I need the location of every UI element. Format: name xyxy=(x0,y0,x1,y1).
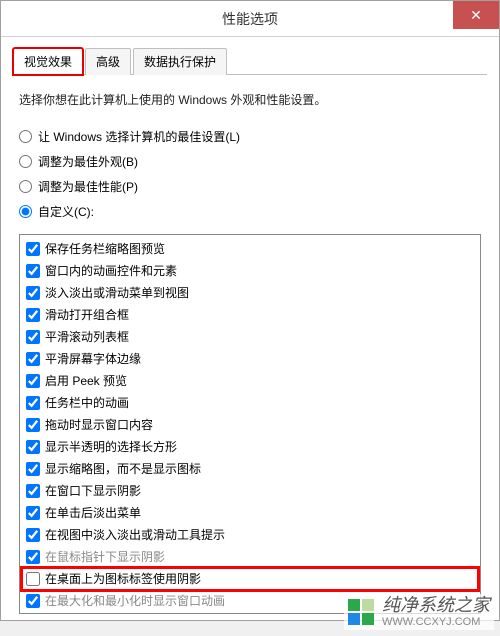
option-label: 窗口内的动画控件和元素 xyxy=(45,261,177,281)
option-row[interactable]: 平滑滚动列表框 xyxy=(22,326,478,348)
watermark-url: WWW.CCXYJ.COM xyxy=(382,616,490,628)
titlebar: 性能选项 ✕ xyxy=(1,1,499,37)
option-label: 滑动打开组合框 xyxy=(45,305,129,325)
option-checkbox[interactable] xyxy=(26,528,40,542)
option-checkbox[interactable] xyxy=(26,484,40,498)
option-row[interactable]: 在视图中淡入淡出或滑动工具提示 xyxy=(22,524,478,546)
watermark: 纯净系统之家 WWW.CCXYJ.COM xyxy=(344,594,494,630)
content-area: 视觉效果 高级 数据执行保护 选择你想在此计算机上使用的 Windows 外观和… xyxy=(1,37,499,620)
option-label: 保存任务栏缩略图预览 xyxy=(45,239,165,259)
option-row[interactable]: 任务栏中的动画 xyxy=(22,392,478,414)
option-checkbox[interactable] xyxy=(26,286,40,300)
option-checkbox[interactable] xyxy=(26,418,40,432)
performance-options-window: 性能选项 ✕ 视觉效果 高级 数据执行保护 选择你想在此计算机上使用的 Wind… xyxy=(0,0,500,621)
option-row[interactable]: 拖动时显示窗口内容 xyxy=(22,414,478,436)
option-checkbox[interactable] xyxy=(26,506,40,520)
option-checkbox[interactable] xyxy=(26,462,40,476)
option-label: 在窗口下显示阴影 xyxy=(45,481,141,501)
watermark-logo-icon xyxy=(348,599,374,625)
option-label: 任务栏中的动画 xyxy=(45,393,129,413)
option-row[interactable]: 在单击后淡出菜单 xyxy=(22,502,478,524)
tab-visual-effects[interactable]: 视觉效果 xyxy=(13,48,83,75)
radio-custom[interactable]: 自定义(C): xyxy=(19,199,481,224)
option-label: 拖动时显示窗口内容 xyxy=(45,415,153,435)
option-label: 在单击后淡出菜单 xyxy=(45,503,141,523)
close-button[interactable]: ✕ xyxy=(453,1,499,29)
option-label: 在桌面上为图标标签使用阴影 xyxy=(45,569,201,589)
option-label: 平滑滚动列表框 xyxy=(45,327,129,347)
option-checkbox[interactable] xyxy=(26,396,40,410)
watermark-text: 纯净系统之家 xyxy=(382,596,490,616)
custom-options-list[interactable]: 保存任务栏缩略图预览窗口内的动画控件和元素淡入淡出或滑动菜单到视图滑动打开组合框… xyxy=(19,234,481,614)
option-label: 平滑屏幕字体边缘 xyxy=(45,349,141,369)
option-label: 启用 Peek 预览 xyxy=(45,371,127,391)
option-row[interactable]: 保存任务栏缩略图预览 xyxy=(22,238,478,260)
radio-let-windows-choose[interactable]: 让 Windows 选择计算机的最佳设置(L) xyxy=(19,124,481,149)
option-checkbox[interactable] xyxy=(26,352,40,366)
option-row[interactable]: 窗口内的动画控件和元素 xyxy=(22,260,478,282)
option-label: 显示缩略图，而不是显示图标 xyxy=(45,459,201,479)
option-label: 在鼠标指针下显示阴影 xyxy=(45,547,165,567)
option-checkbox[interactable] xyxy=(26,572,40,586)
option-checkbox[interactable] xyxy=(26,374,40,388)
description-text: 选择你想在此计算机上使用的 Windows 外观和性能设置。 xyxy=(19,91,481,108)
tab-panel-visual-effects: 选择你想在此计算机上使用的 Windows 外观和性能设置。 让 Windows… xyxy=(13,75,487,620)
option-row[interactable]: 在桌面上为图标标签使用阴影 xyxy=(22,568,478,590)
close-icon: ✕ xyxy=(470,7,482,24)
preset-radio-group: 让 Windows 选择计算机的最佳设置(L) 调整为最佳外观(B) 调整为最佳… xyxy=(19,124,481,224)
radio-best-performance[interactable]: 调整为最佳性能(P) xyxy=(19,174,481,199)
option-checkbox[interactable] xyxy=(26,440,40,454)
option-row[interactable]: 启用 Peek 预览 xyxy=(22,370,478,392)
option-checkbox[interactable] xyxy=(26,594,40,608)
option-row[interactable]: 在窗口下显示阴影 xyxy=(22,480,478,502)
option-label: 淡入淡出或滑动菜单到视图 xyxy=(45,283,189,303)
option-checkbox[interactable] xyxy=(26,308,40,322)
radio-best-appearance[interactable]: 调整为最佳外观(B) xyxy=(19,149,481,174)
option-checkbox[interactable] xyxy=(26,242,40,256)
option-checkbox[interactable] xyxy=(26,550,40,564)
radio-input[interactable] xyxy=(19,155,32,168)
option-label: 在最大化和最小化时显示窗口动画 xyxy=(45,591,225,611)
tab-advanced[interactable]: 高级 xyxy=(85,48,131,75)
option-row[interactable]: 显示缩略图，而不是显示图标 xyxy=(22,458,478,480)
option-label: 显示半透明的选择长方形 xyxy=(45,437,177,457)
option-row[interactable]: 淡入淡出或滑动菜单到视图 xyxy=(22,282,478,304)
tab-strip: 视觉效果 高级 数据执行保护 xyxy=(13,47,487,75)
radio-input[interactable] xyxy=(19,130,32,143)
option-row[interactable]: 显示半透明的选择长方形 xyxy=(22,436,478,458)
radio-input[interactable] xyxy=(19,180,32,193)
tab-dep[interactable]: 数据执行保护 xyxy=(133,48,227,75)
option-checkbox[interactable] xyxy=(26,330,40,344)
option-row[interactable]: 平滑屏幕字体边缘 xyxy=(22,348,478,370)
option-label: 在视图中淡入淡出或滑动工具提示 xyxy=(45,525,225,545)
option-row[interactable]: 在鼠标指针下显示阴影 xyxy=(22,546,478,568)
radio-input[interactable] xyxy=(19,205,32,218)
option-checkbox[interactable] xyxy=(26,264,40,278)
window-title: 性能选项 xyxy=(222,9,278,29)
option-row[interactable]: 滑动打开组合框 xyxy=(22,304,478,326)
